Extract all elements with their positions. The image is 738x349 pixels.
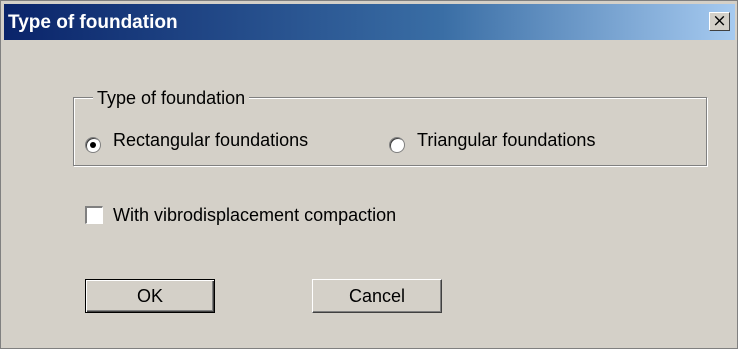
close-icon: ×	[712, 11, 727, 31]
ok-button[interactable]: OK	[85, 279, 215, 313]
rectangular-foundations-label[interactable]: Rectangular foundations	[113, 130, 308, 151]
dialog-title: Type of foundation	[8, 12, 178, 33]
vibrodisplacement-checkbox[interactable]	[85, 206, 103, 224]
triangular-foundations-radio[interactable]	[389, 137, 405, 153]
rectangular-foundations-radio[interactable]	[85, 137, 101, 153]
vibrodisplacement-label[interactable]: With vibrodisplacement compaction	[113, 205, 396, 226]
close-button[interactable]: ×	[709, 12, 730, 31]
cancel-button[interactable]: Cancel	[312, 279, 442, 313]
triangular-foundations-label[interactable]: Triangular foundations	[417, 130, 595, 151]
radio-selected-dot	[90, 142, 96, 148]
title-bar[interactable]: Type of foundation ×	[4, 4, 735, 40]
groupbox-legend: Type of foundation	[93, 88, 250, 109]
dialog-window: Type of foundation × Type of foundation …	[0, 0, 738, 349]
